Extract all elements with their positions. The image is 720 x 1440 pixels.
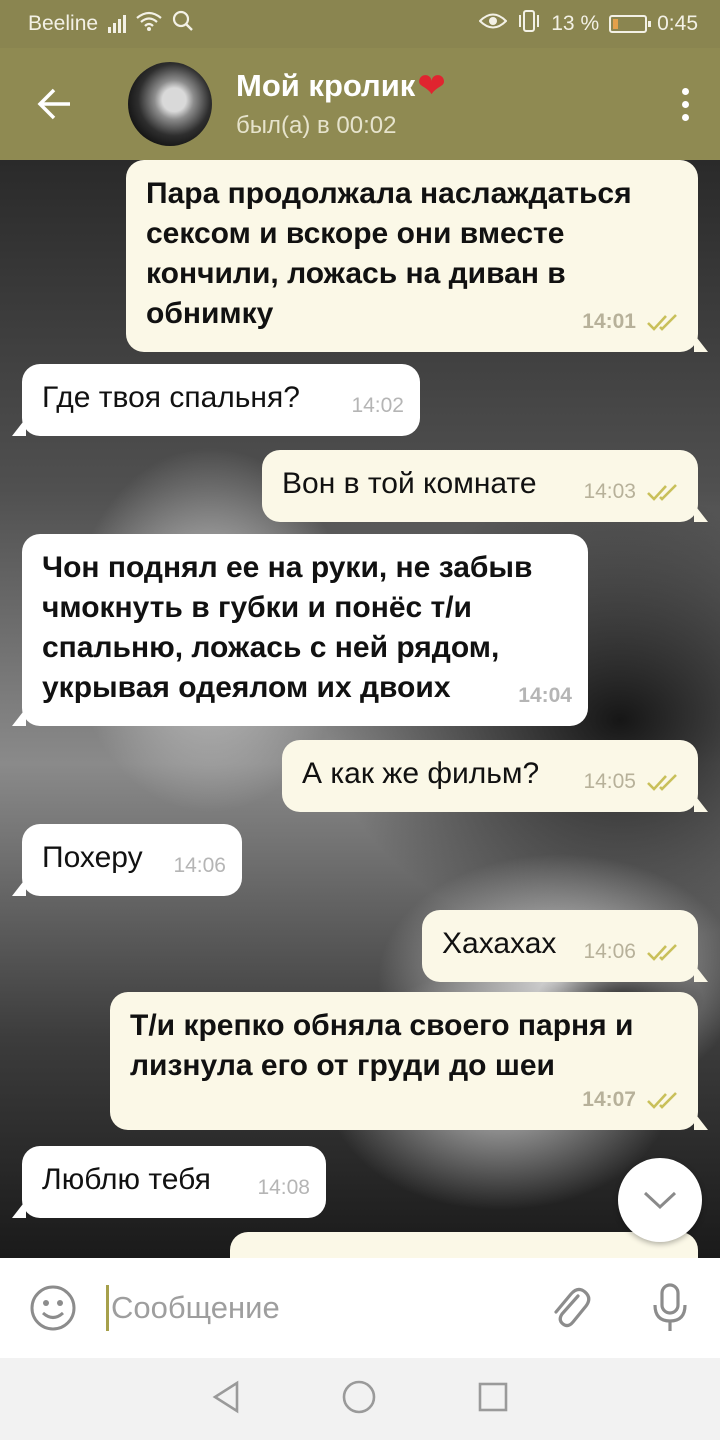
contact-name: Мой кролик [236, 68, 416, 103]
message-incoming[interactable]: Где твоя спальня? 14:02 [12, 364, 420, 436]
message-text: Хахахах [442, 927, 557, 960]
carrier-label: Beeline [28, 12, 99, 35]
microphone-icon [653, 1283, 687, 1331]
message-placeholder: Сообщение [111, 1290, 280, 1325]
recents-nav-button[interactable] [477, 1381, 509, 1418]
dot-icon [681, 113, 689, 121]
double-check-icon [647, 314, 677, 331]
message-text: Похеру [42, 841, 143, 874]
double-check-icon [647, 484, 677, 501]
double-check-icon [647, 774, 677, 791]
system-nav-bar [0, 1358, 720, 1440]
double-check-icon [647, 944, 677, 961]
message-meta: 14:07 [582, 1080, 682, 1120]
message-time: 14:08 [257, 1176, 310, 1199]
message-outgoing[interactable]: А как же фильм? 14:05 [282, 740, 708, 812]
contact-avatar[interactable] [128, 62, 212, 146]
message-meta: 14:01 [582, 302, 682, 342]
message-time: 14:02 [351, 394, 404, 417]
arrow-left-icon [37, 88, 70, 120]
status-bar: Beeline 13 % 0:45 [0, 0, 720, 48]
message-text: Т/и крепко обняла своего парня и лизнула… [130, 1009, 634, 1082]
search-icon [172, 10, 194, 38]
message-meta: 14:04 [518, 676, 572, 716]
message-text: Вон в той комнате [282, 467, 537, 500]
triangle-back-icon [212, 1380, 239, 1413]
message-meta: 14:06 [173, 846, 226, 886]
message-time: 14:04 [518, 684, 572, 707]
circle-home-icon [342, 1380, 376, 1413]
message-time: 14:01 [582, 310, 636, 333]
message-meta: 14:05 [583, 762, 682, 802]
eye-icon [478, 12, 508, 36]
message-outgoing[interactable]: Пара продолжала наслаждаться сексом и вс… [126, 160, 708, 352]
message-meta: 14:08 [257, 1168, 310, 1208]
message-outgoing-partial[interactable] [230, 1232, 698, 1258]
message-incoming[interactable]: Люблю тебя 14:08 [12, 1146, 326, 1218]
message-meta: 14:03 [583, 472, 682, 512]
back-nav-button[interactable] [211, 1380, 241, 1419]
text-cursor [106, 1285, 109, 1331]
message-outgoing[interactable]: Хахахах 14:06 [422, 910, 708, 982]
scroll-down-button[interactable] [618, 1158, 702, 1242]
message-time: 14:06 [583, 940, 636, 963]
message-composer: Сообщение [0, 1258, 720, 1358]
back-button[interactable] [0, 48, 110, 160]
emoji-button[interactable] [0, 1284, 106, 1332]
message-text: Где твоя спальня? [42, 381, 300, 414]
message-outgoing[interactable]: Т/и крепко обняла своего парня и лизнула… [110, 992, 708, 1130]
attach-button[interactable] [520, 1284, 620, 1332]
message-incoming[interactable]: Похеру 14:06 [12, 824, 242, 896]
chevron-down-icon [643, 1191, 677, 1210]
square-recents-icon [478, 1382, 508, 1411]
contact-info[interactable]: Мой кролик ❤ был(а) в 00:02 [236, 68, 650, 140]
home-nav-button[interactable] [341, 1379, 377, 1420]
vibrate-icon [517, 10, 541, 38]
message-meta: 14:06 [583, 932, 682, 972]
battery-icon [609, 15, 652, 33]
message-incoming[interactable]: Чон поднял ее на руки, не забыв чмокнуть… [12, 534, 588, 726]
smiley-icon [30, 1285, 76, 1331]
heart-emoji: ❤ [417, 67, 446, 105]
message-input[interactable]: Сообщение [106, 1278, 520, 1338]
double-check-icon [647, 1092, 677, 1109]
message-meta: 14:02 [351, 386, 404, 426]
clock: 0:45 [657, 12, 698, 35]
signal-icon [108, 15, 127, 33]
more-menu-button[interactable] [650, 87, 720, 121]
message-text: Чон поднял ее на руки, не забыв чмокнуть… [42, 551, 533, 704]
wifi-icon [136, 11, 162, 37]
last-seen-status: был(а) в 00:02 [236, 112, 397, 139]
message-text: Люблю тебя [42, 1163, 211, 1196]
paperclip-icon [554, 1287, 591, 1328]
message-time: 14:05 [583, 770, 636, 793]
chat-header: Мой кролик ❤ был(а) в 00:02 [0, 48, 720, 160]
voice-record-button[interactable] [620, 1283, 720, 1333]
dot-icon [681, 87, 689, 95]
message-text: А как же фильм? [302, 757, 540, 790]
message-time: 14:07 [582, 1088, 636, 1111]
chat-history[interactable]: Пара продолжала наслаждаться сексом и вс… [0, 160, 720, 1258]
message-time: 14:06 [173, 854, 226, 877]
message-outgoing[interactable]: Вон в той комнате 14:03 [262, 450, 708, 522]
message-time: 14:03 [583, 480, 636, 503]
battery-percent: 13 % [551, 12, 600, 35]
dot-icon [681, 100, 689, 108]
